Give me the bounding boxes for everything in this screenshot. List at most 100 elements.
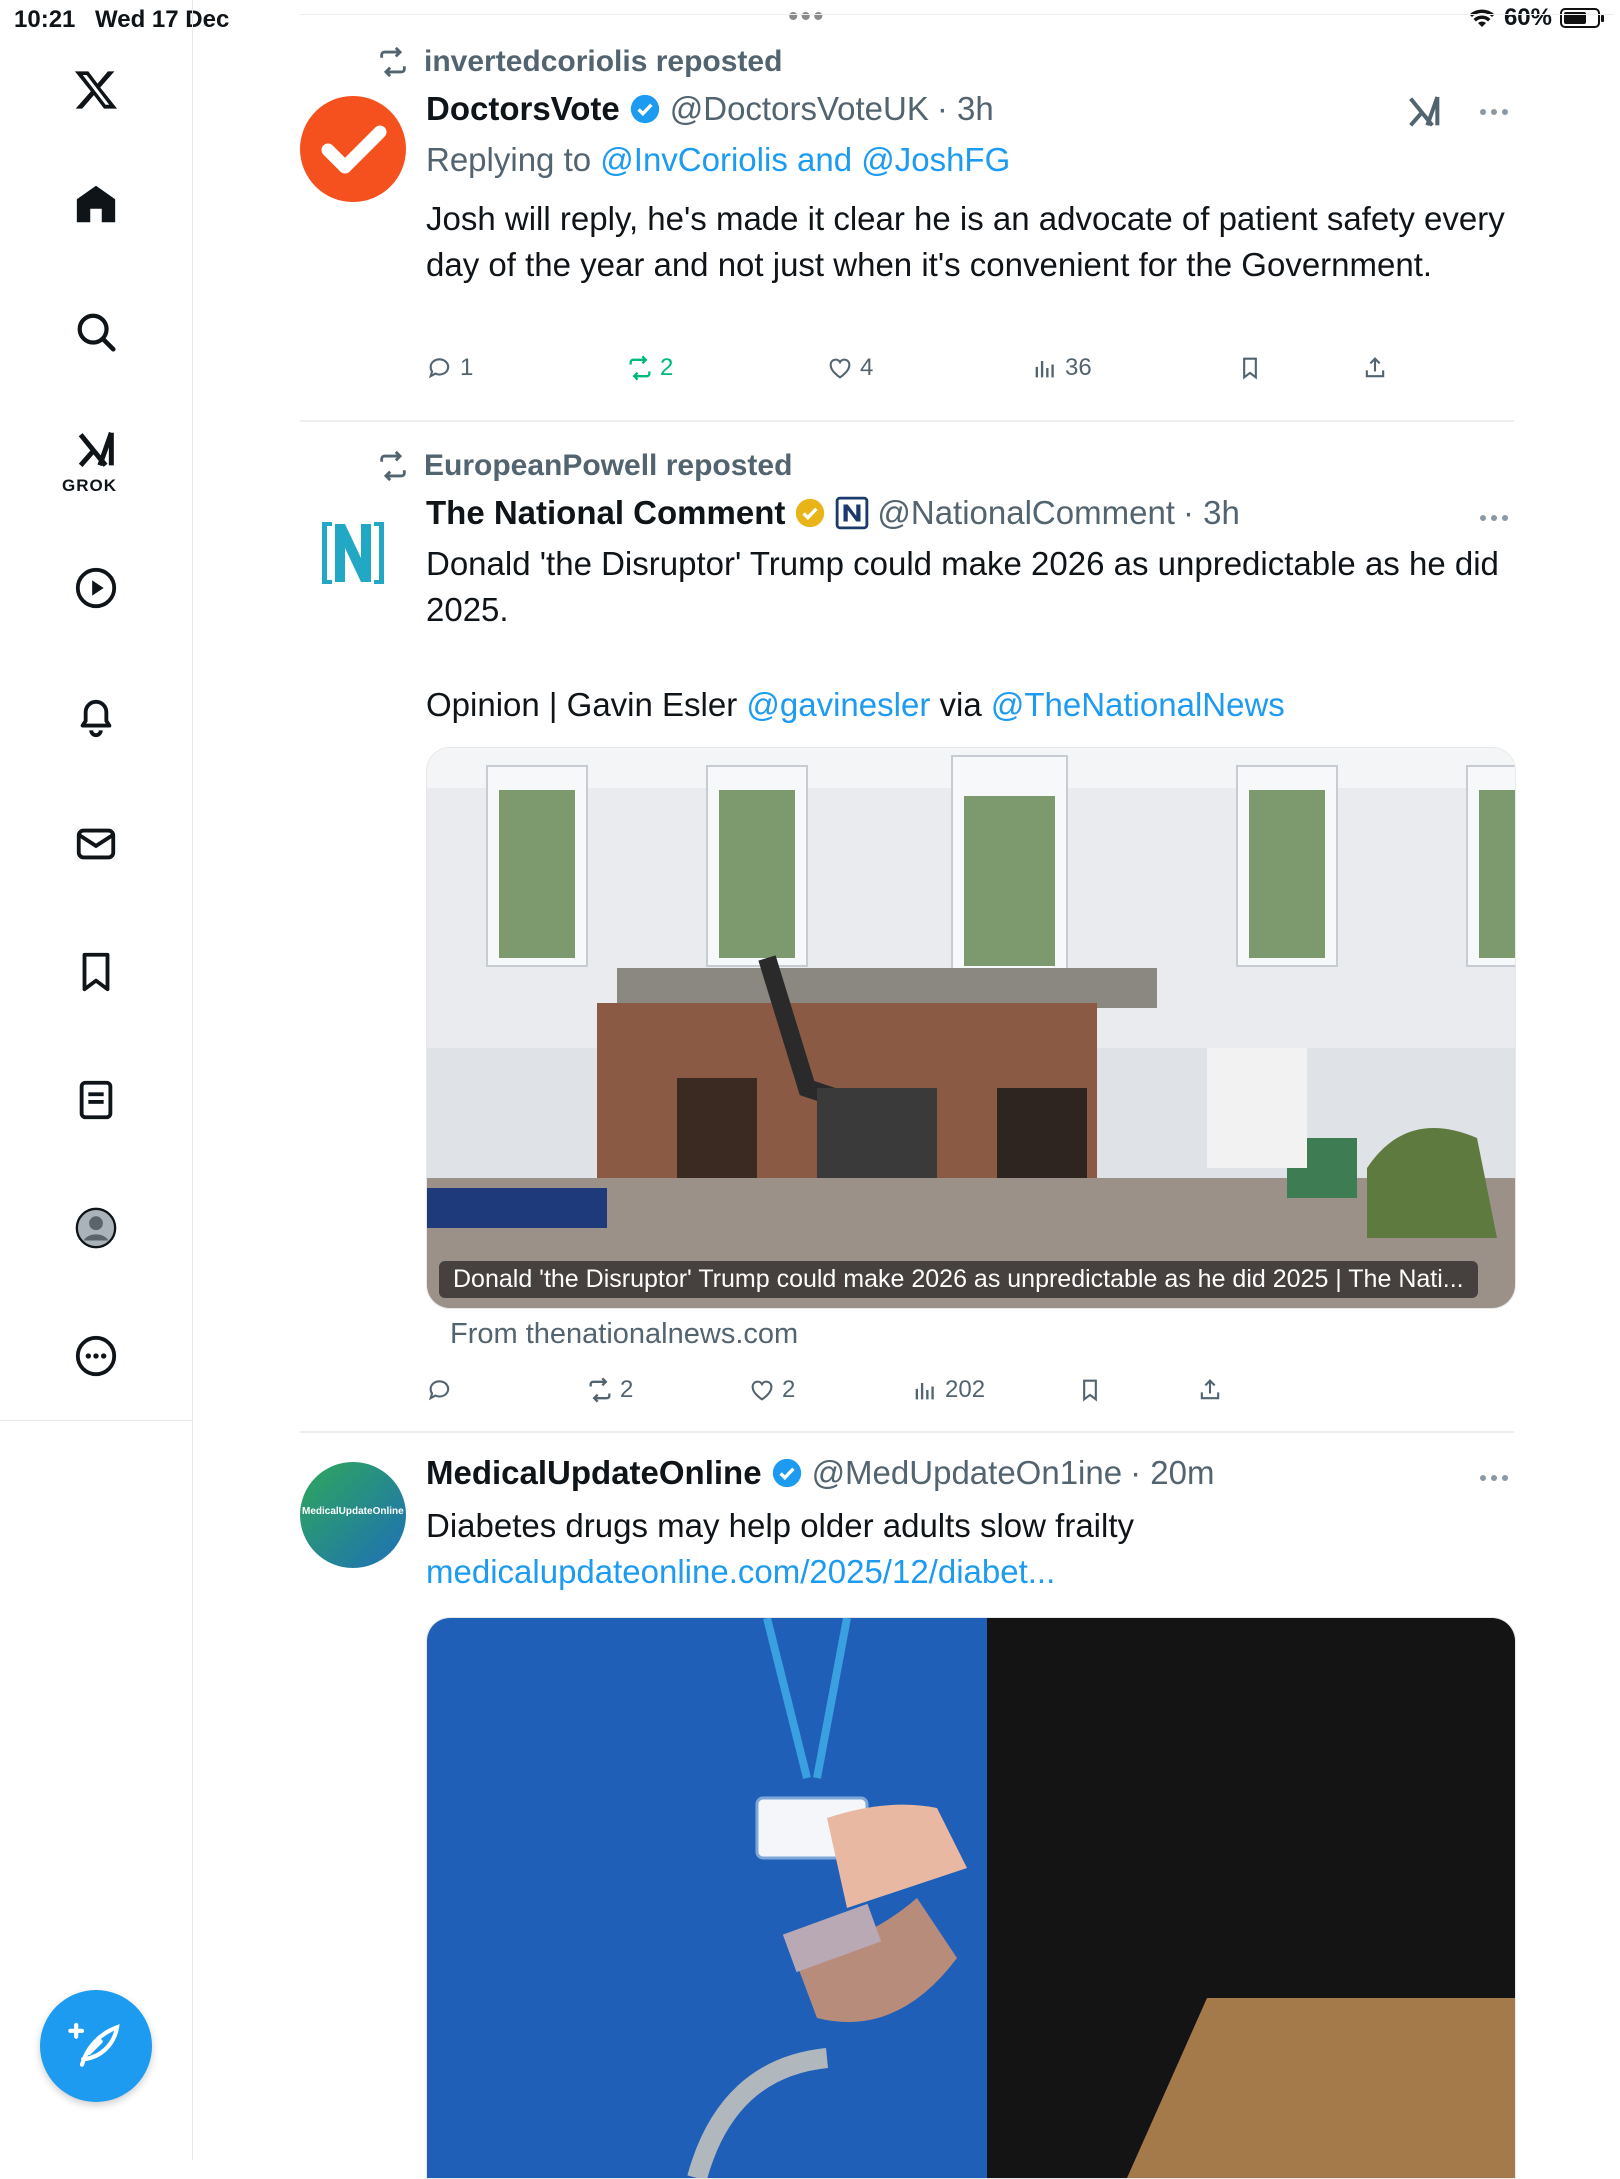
avatar[interactable] xyxy=(300,500,406,606)
repost-icon xyxy=(380,46,406,78)
repost-icon xyxy=(380,450,406,482)
replying-mentions[interactable]: @InvCoriolis and @JoshFG xyxy=(600,141,1010,178)
x-logo-icon[interactable] xyxy=(66,60,126,120)
share-icon xyxy=(1365,357,1385,378)
repost-button[interactable]: 2 xyxy=(586,1376,633,1404)
reply-icon xyxy=(428,1380,450,1401)
bell-icon[interactable] xyxy=(66,686,126,746)
avatar-icon[interactable] xyxy=(66,1198,126,1258)
views-count: 202 xyxy=(945,1376,986,1403)
more-options-icon[interactable] xyxy=(1474,506,1514,530)
repost-icon xyxy=(589,1377,611,1403)
tweet-divider xyxy=(300,420,1514,422)
card-source[interactable]: From thenationalnews.com xyxy=(450,1318,798,1351)
repost-icon xyxy=(629,355,651,381)
views-chart-icon xyxy=(915,1383,934,1400)
reply-count: 1 xyxy=(460,354,474,381)
status-bar: 10:21 Wed 17 Dec ••• 60% xyxy=(0,0,1620,38)
bookmark-button[interactable] xyxy=(1076,1376,1104,1404)
repost-count: 2 xyxy=(620,1376,634,1403)
reply-button[interactable] xyxy=(426,1376,460,1404)
sidebar: GROK xyxy=(0,0,193,2160)
caregiver-photo-image xyxy=(427,1618,1515,2178)
author-name[interactable]: MedicalUpdateOnline xyxy=(426,1454,762,1492)
repost-indicator: invertedcoriolis reposted xyxy=(376,45,782,79)
author-name[interactable]: The National Comment xyxy=(426,494,785,532)
tweet-header: MedicalUpdateOnline @MedUpdateOn1ine · 2… xyxy=(426,1454,1214,1492)
card-caption: Donald 'the Disruptor' Trump could make … xyxy=(439,1261,1478,1298)
tweet-text: Josh will reply, he's made it clear he i… xyxy=(426,200,1505,283)
reply-icon xyxy=(428,358,450,379)
share-button[interactable] xyxy=(1361,354,1389,382)
wifi-icon xyxy=(1469,9,1495,27)
tweet-text-byline: Opinion | Gavin Esler @gavinesler via @T… xyxy=(426,682,1514,728)
compose-feather-icon xyxy=(68,2022,120,2067)
like-button[interactable]: 2 xyxy=(748,1376,795,1404)
tweet-doctorsvote[interactable]: invertedcoriolis reposted DoctorsVote @D… xyxy=(300,40,1514,420)
affiliate-badge-icon xyxy=(836,496,869,530)
views-button[interactable]: 202 xyxy=(911,1376,985,1404)
tweet-image[interactable] xyxy=(426,1617,1516,2179)
share-button[interactable] xyxy=(1196,1376,1224,1404)
heart-icon xyxy=(751,1380,773,1401)
reply-button[interactable]: 1 xyxy=(426,354,473,382)
repost-button[interactable]: 2 xyxy=(626,354,673,382)
bookmark-icon xyxy=(1243,357,1257,380)
bookmark-button[interactable] xyxy=(1236,354,1264,382)
views-button[interactable]: 36 xyxy=(1031,354,1092,382)
mention-link[interactable]: @TheNationalNews xyxy=(991,686,1285,723)
battery-percent: 60% xyxy=(1503,4,1552,31)
avatar[interactable]: MedicalUpdateOnline xyxy=(300,1462,406,1568)
tweet-medicalupdate[interactable]: MedicalUpdateOnline MedicalUpdateOnline … xyxy=(300,1454,1516,2179)
bookmark-icon xyxy=(1083,1379,1097,1402)
tweet-nationalcomment[interactable]: EuropeanPowell reposted The National Com… xyxy=(300,444,1516,1424)
tweet-time[interactable]: · 3h xyxy=(1183,494,1240,532)
more-options-icon[interactable] xyxy=(1474,100,1514,124)
grok-label: GROK xyxy=(62,476,117,495)
via-text: via xyxy=(939,686,982,723)
avatar[interactable] xyxy=(300,96,406,202)
like-count: 4 xyxy=(860,354,874,381)
tweet-actions: 1 2 4 36 xyxy=(426,354,1426,394)
grok-icon[interactable] xyxy=(66,420,126,480)
sidebar-divider xyxy=(0,1420,192,1421)
views-count: 36 xyxy=(1065,354,1092,381)
replying-prefix: Replying to xyxy=(426,141,592,178)
article-icon[interactable] xyxy=(66,1070,126,1130)
author-name[interactable]: DoctorsVote xyxy=(426,90,620,128)
tweet-divider xyxy=(300,1431,1514,1433)
play-icon[interactable] xyxy=(66,558,126,618)
building-demolition-image xyxy=(427,748,1515,1308)
status-right: 60% xyxy=(1468,4,1604,32)
author-handle[interactable]: @NationalComment xyxy=(877,494,1175,532)
author-handle[interactable]: @DoctorsVoteUK xyxy=(670,90,929,128)
replying-to: Replying to @InvCoriolis and @JoshFG xyxy=(426,137,1514,183)
verified-badge-icon xyxy=(630,94,659,124)
grok-icon[interactable] xyxy=(1404,92,1444,132)
tweet-link[interactable]: medicalupdateonline.com/2025/12/diabet..… xyxy=(426,1549,1514,1595)
tweet-header: The National Comment @NationalComment · … xyxy=(426,494,1240,532)
avatar-text: MedicalUpdateOnline xyxy=(302,1506,404,1517)
battery-icon xyxy=(1560,8,1604,28)
byline-prefix: Opinion | Gavin Esler xyxy=(426,686,738,723)
author-handle[interactable]: @MedUpdateOn1ine xyxy=(812,1454,1123,1492)
compose-button[interactable] xyxy=(40,1990,152,2102)
like-count: 2 xyxy=(782,1376,796,1403)
more-options-icon[interactable] xyxy=(1474,1466,1514,1490)
reposted-by: EuropeanPowell reposted xyxy=(424,449,793,482)
tweet-time[interactable]: · 3h xyxy=(937,90,994,128)
heart-icon xyxy=(829,358,851,379)
link-card-image[interactable]: Donald 'the Disruptor' Trump could make … xyxy=(426,747,1516,1309)
multitasking-dots-icon[interactable]: ••• xyxy=(788,0,826,34)
mail-icon[interactable] xyxy=(66,814,126,874)
search-icon[interactable] xyxy=(66,302,126,362)
tweet-time[interactable]: · 20m xyxy=(1130,1454,1214,1492)
national-n-logo-icon xyxy=(322,522,384,584)
mention-link[interactable]: @gavinesler xyxy=(746,686,930,723)
more-circle-icon[interactable] xyxy=(66,1326,126,1386)
top-divider xyxy=(300,14,1614,15)
tweet-text: Donald 'the Disruptor' Trump could make … xyxy=(426,545,1499,628)
bookmark-icon[interactable] xyxy=(66,942,126,1002)
home-icon[interactable] xyxy=(66,174,126,234)
like-button[interactable]: 4 xyxy=(826,354,873,382)
